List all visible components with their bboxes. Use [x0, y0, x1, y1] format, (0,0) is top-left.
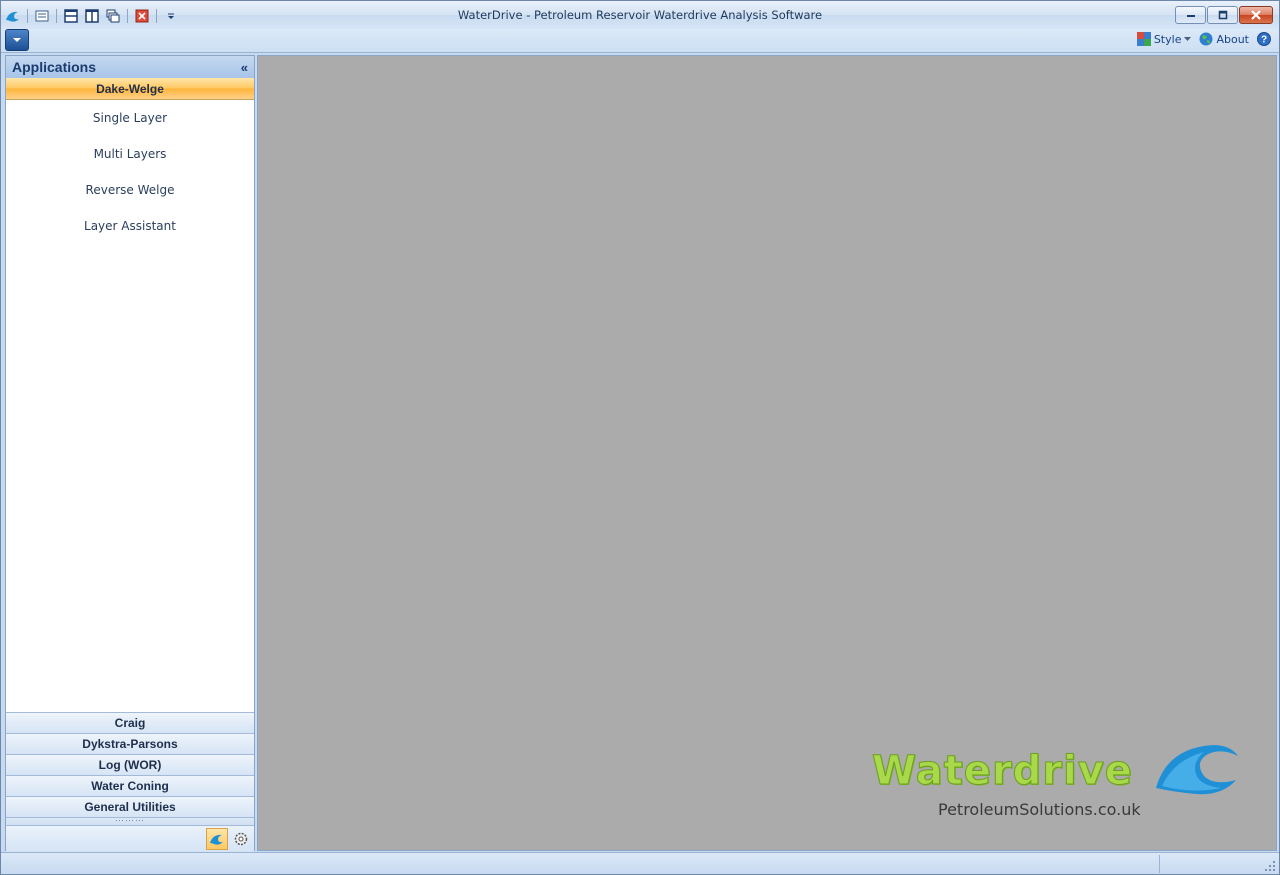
style-label: Style	[1153, 32, 1182, 46]
waterdrive-logo: Waterdrive PetroleumSolutions.co.uk	[872, 744, 1240, 824]
app-window: WaterDrive - Petroleum Reservoir Waterdr…	[0, 0, 1280, 875]
window-title: WaterDrive - Petroleum Reservoir Waterdr…	[457, 8, 823, 22]
resize-grip-icon[interactable]	[1265, 861, 1275, 871]
wave-icon	[1156, 745, 1238, 795]
ribbon-bar: Style About ?	[1, 29, 1279, 53]
about-label: About	[1216, 32, 1249, 46]
group-list: Craig Dykstra-Parsons Log (WOR) Water Co…	[6, 712, 254, 853]
close-button[interactable]	[1239, 6, 1273, 24]
ribbon-right-menu: Style About ?	[1136, 32, 1271, 46]
group-items: Single Layer Multi Layers Reverse Welge …	[6, 100, 254, 244]
status-separator	[1159, 855, 1160, 873]
dropdown-arrow-icon	[1184, 36, 1192, 41]
help-button[interactable]: ?	[1257, 32, 1271, 46]
logo-website: PetroleumSolutions.co.uk	[938, 800, 1141, 819]
restore-button[interactable]	[1207, 6, 1238, 24]
close-icon	[1251, 10, 1261, 20]
item-reverse-welge[interactable]: Reverse Welge	[6, 172, 254, 208]
title-bar: WaterDrive - Petroleum Reservoir Waterdr…	[1, 1, 1279, 29]
application-menu-button[interactable]	[5, 29, 29, 51]
minimize-button[interactable]	[1175, 6, 1206, 24]
waterdrive-app-icon[interactable]	[206, 828, 228, 850]
logo-wordmark: Waterdrive	[872, 748, 1133, 795]
group-general-utilities[interactable]: General Utilities	[6, 796, 254, 817]
navigation-pane: Applications « Dake-Welge Single Layer M…	[5, 55, 255, 853]
minimize-icon	[1186, 15, 1195, 17]
svg-text:?: ?	[1261, 35, 1267, 46]
status-bar	[1, 852, 1279, 874]
restore-icon	[1218, 10, 1227, 20]
chevron-down-icon	[13, 38, 21, 42]
window-controls	[1175, 6, 1273, 24]
about-button[interactable]: About	[1199, 32, 1249, 46]
group-log-wor[interactable]: Log (WOR)	[6, 754, 254, 775]
mdi-workspace: Waterdrive PetroleumSolutions.co.uk	[257, 55, 1277, 851]
group-dykstra-parsons[interactable]: Dykstra-Parsons	[6, 733, 254, 754]
palette-icon	[1136, 32, 1151, 46]
group-craig[interactable]: Craig	[6, 712, 254, 733]
group-dake-welge[interactable]: Dake-Welge	[6, 78, 254, 100]
item-multi-layers[interactable]: Multi Layers	[6, 136, 254, 172]
settings-gear-icon[interactable]	[230, 828, 252, 850]
style-menu[interactable]: Style	[1136, 32, 1192, 46]
collapse-pane-icon[interactable]: «	[241, 60, 248, 75]
pane-title: Applications	[12, 59, 97, 75]
navigation-pane-header: Applications «	[6, 56, 254, 78]
globe-icon	[1199, 32, 1213, 46]
help-icon: ?	[1257, 32, 1271, 46]
item-layer-assistant[interactable]: Layer Assistant	[6, 208, 254, 244]
pane-overflow-bar	[6, 825, 254, 853]
pane-resize-grip[interactable]: ⋯⋯⋯	[6, 816, 254, 825]
item-single-layer[interactable]: Single Layer	[6, 100, 254, 136]
group-water-coning[interactable]: Water Coning	[6, 775, 254, 796]
